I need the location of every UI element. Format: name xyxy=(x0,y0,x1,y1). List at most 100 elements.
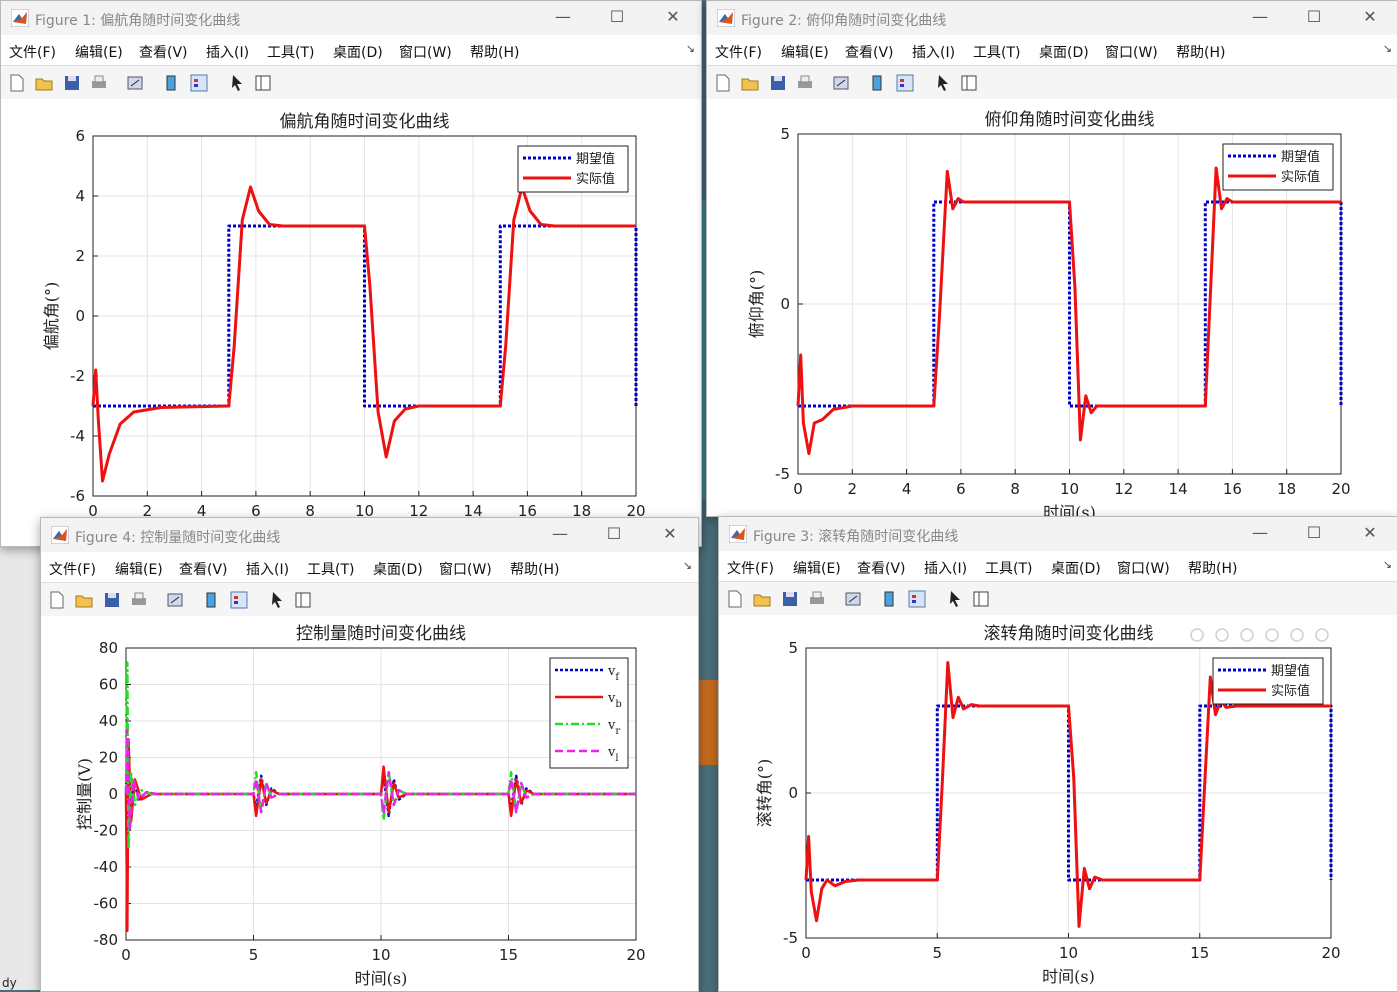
print-icon[interactable] xyxy=(89,73,109,93)
menu-item-7[interactable]: 帮助(H) xyxy=(1176,42,1225,62)
close-button[interactable]: ✕ xyxy=(658,524,682,543)
chart-fig3[interactable]: 0 5 10 15 2050-5滚转角随时间变化曲线滚转角(°)时间(s)期望值实际值 xyxy=(719,615,1397,991)
title-bar[interactable]: Figure 1: 偏航角随时间变化曲线 — ☐ ✕ xyxy=(1,1,701,35)
menu-item-5[interactable]: 桌面(D) xyxy=(373,559,423,579)
pointer-icon[interactable] xyxy=(227,73,247,93)
menu-item-4[interactable]: 工具(T) xyxy=(985,558,1032,578)
print-icon[interactable] xyxy=(795,73,815,93)
menu-item-6[interactable]: 窗口(W) xyxy=(1117,558,1170,578)
menu-item-3[interactable]: 插入(I) xyxy=(924,558,967,578)
property-inspector-icon[interactable] xyxy=(293,590,313,610)
save-icon[interactable] xyxy=(780,589,800,609)
zoom-out-icon[interactable] xyxy=(1290,628,1304,642)
maximize-button[interactable]: ☐ xyxy=(602,524,626,543)
menu-item-4[interactable]: 工具(T) xyxy=(307,559,354,579)
zoom-in-icon[interactable] xyxy=(1265,628,1279,642)
print-icon[interactable] xyxy=(807,589,827,609)
menu-overflow-icon[interactable]: ↘ xyxy=(1383,42,1392,55)
menu-item-2[interactable]: 查看(V) xyxy=(857,558,906,578)
pointer-icon[interactable] xyxy=(933,73,953,93)
datatip-icon[interactable] xyxy=(1215,628,1229,642)
chart-fig1[interactable]: 0 2 4 6 8 10 12 14 16 18 206420-2-4-6偏航角随时间变化曲线偏航角… xyxy=(1,99,701,546)
menu-overflow-icon[interactable]: ↘ xyxy=(686,42,695,55)
chart-fig2[interactable]: 0 2 4 6 8 10 12 14 16 18 2050-5俯仰角随时间变化曲线俯仰角(°)时间(… xyxy=(707,99,1397,516)
menu-item-4[interactable]: 工具(T) xyxy=(973,42,1020,62)
brush-icon[interactable] xyxy=(1190,628,1204,642)
close-button[interactable]: ✕ xyxy=(1358,7,1382,26)
pointer-icon[interactable] xyxy=(945,589,965,609)
menu-item-3[interactable]: 插入(I) xyxy=(206,42,249,62)
menu-overflow-icon[interactable]: ↘ xyxy=(683,559,692,572)
link-figure-icon[interactable] xyxy=(831,73,851,93)
print-icon[interactable] xyxy=(129,590,149,610)
menu-item-7[interactable]: 帮助(H) xyxy=(510,559,559,579)
open-folder-icon[interactable] xyxy=(74,590,94,610)
menu-item-1[interactable]: 编辑(E) xyxy=(793,558,841,578)
menu-item-6[interactable]: 窗口(W) xyxy=(1105,42,1158,62)
close-button[interactable]: ✕ xyxy=(1358,523,1382,542)
menu-item-4[interactable]: 工具(T) xyxy=(267,42,314,62)
chart-fig4[interactable]: 0 5 10 15 20 80 60 40 20 0 -20 -40 -60 -80 控制量随时间变化曲线控… xyxy=(41,616,698,991)
title-bar[interactable]: Figure 4: 控制量随时间变化曲线 — ☐ ✕ xyxy=(41,518,698,552)
menu-item-0[interactable]: 文件(F) xyxy=(9,42,56,62)
menu-item-3[interactable]: 插入(I) xyxy=(246,559,289,579)
colorbar-icon[interactable] xyxy=(879,589,899,609)
menu-item-0[interactable]: 文件(F) xyxy=(49,559,96,579)
menu-overflow-icon[interactable]: ↘ xyxy=(1383,558,1392,571)
legend-icon[interactable] xyxy=(229,590,249,610)
open-folder-icon[interactable] xyxy=(752,589,772,609)
colorbar-icon[interactable] xyxy=(161,73,181,93)
colorbar-icon[interactable] xyxy=(867,73,887,93)
property-inspector-icon[interactable] xyxy=(959,73,979,93)
property-inspector-icon[interactable] xyxy=(253,73,273,93)
figure-window-4[interactable]: Figure 4: 控制量随时间变化曲线 — ☐ ✕ 文件(F) 编辑(E) 查看(V) 插入… xyxy=(40,517,699,992)
property-inspector-icon[interactable] xyxy=(971,589,991,609)
minimize-button[interactable]: — xyxy=(1248,7,1272,26)
new-file-icon[interactable] xyxy=(713,73,733,93)
menu-item-7[interactable]: 帮助(H) xyxy=(1188,558,1237,578)
pointer-icon[interactable] xyxy=(267,590,287,610)
legend-icon[interactable] xyxy=(907,589,927,609)
new-file-icon[interactable] xyxy=(47,590,67,610)
new-file-icon[interactable] xyxy=(725,589,745,609)
colorbar-icon[interactable] xyxy=(201,590,221,610)
save-icon[interactable] xyxy=(62,73,82,93)
menu-item-1[interactable]: 编辑(E) xyxy=(75,42,123,62)
open-folder-icon[interactable] xyxy=(740,73,760,93)
menu-item-5[interactable]: 桌面(D) xyxy=(1039,42,1089,62)
menu-item-0[interactable]: 文件(F) xyxy=(727,558,774,578)
menu-item-0[interactable]: 文件(F) xyxy=(715,42,762,62)
figure-window-3[interactable]: Figure 3: 滚转角随时间变化曲线 — ☐ ✕ 文件(F) 编辑(E) 查看(V) 插入… xyxy=(718,516,1397,992)
figure-window-2[interactable]: Figure 2: 俯仰角随时间变化曲线 — ☐ ✕ 文件(F) 编辑(E) 查看(V) 插入… xyxy=(706,0,1397,517)
save-icon[interactable] xyxy=(102,590,122,610)
maximize-button[interactable]: ☐ xyxy=(1302,523,1326,542)
link-figure-icon[interactable] xyxy=(843,589,863,609)
home-icon[interactable] xyxy=(1315,628,1329,642)
title-bar[interactable]: Figure 2: 俯仰角随时间变化曲线 — ☐ ✕ xyxy=(707,1,1397,35)
menu-item-1[interactable]: 编辑(E) xyxy=(115,559,163,579)
menu-item-6[interactable]: 窗口(W) xyxy=(439,559,492,579)
menu-item-2[interactable]: 查看(V) xyxy=(139,42,188,62)
menu-item-5[interactable]: 桌面(D) xyxy=(333,42,383,62)
menu-item-7[interactable]: 帮助(H) xyxy=(470,42,519,62)
menu-item-2[interactable]: 查看(V) xyxy=(845,42,894,62)
minimize-button[interactable]: — xyxy=(551,7,575,26)
link-figure-icon[interactable] xyxy=(165,590,185,610)
menu-item-6[interactable]: 窗口(W) xyxy=(399,42,452,62)
save-icon[interactable] xyxy=(768,73,788,93)
maximize-button[interactable]: ☐ xyxy=(605,7,629,26)
open-folder-icon[interactable] xyxy=(34,73,54,93)
minimize-button[interactable]: — xyxy=(548,524,572,543)
legend-icon[interactable] xyxy=(189,73,209,93)
menu-item-3[interactable]: 插入(I) xyxy=(912,42,955,62)
minimize-button[interactable]: — xyxy=(1248,523,1272,542)
legend-icon[interactable] xyxy=(895,73,915,93)
figure-window-1[interactable]: Figure 1: 偏航角随时间变化曲线 — ☐ ✕ 文件(F) 编辑(E) 查看(V) 插入… xyxy=(0,0,702,547)
menu-item-5[interactable]: 桌面(D) xyxy=(1051,558,1101,578)
title-bar[interactable]: Figure 3: 滚转角随时间变化曲线 — ☐ ✕ xyxy=(719,517,1397,551)
link-figure-icon[interactable] xyxy=(125,73,145,93)
maximize-button[interactable]: ☐ xyxy=(1302,7,1326,26)
pan-icon[interactable] xyxy=(1240,628,1254,642)
menu-item-1[interactable]: 编辑(E) xyxy=(781,42,829,62)
close-button[interactable]: ✕ xyxy=(661,7,685,26)
